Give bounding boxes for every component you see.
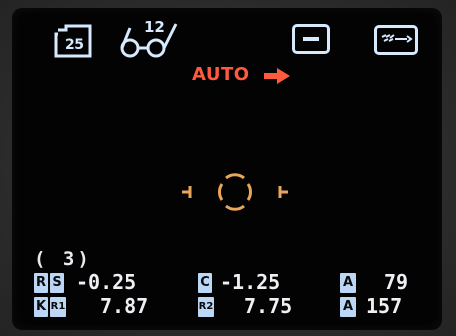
memory-card-icon: 25	[52, 24, 96, 58]
tag-r: R	[34, 273, 48, 293]
minus-box-icon	[292, 24, 330, 54]
tag-r1: R1	[50, 297, 66, 317]
glasses-value: 12	[144, 18, 165, 36]
tag-a2: A	[340, 297, 356, 317]
eye-fixation-icon	[374, 25, 418, 55]
measurement-count: ( 3)	[34, 248, 92, 270]
r1-value: 7.87	[100, 294, 149, 318]
sphere-value: -0.25	[76, 270, 137, 294]
auto-mode-label: AUTO	[192, 64, 250, 85]
tag-k: K	[34, 297, 48, 317]
cylinder-value: -1.25	[220, 270, 281, 294]
arrow-right-icon	[264, 68, 290, 88]
tag-r2: R2	[198, 297, 214, 317]
tag-a: A	[340, 273, 356, 293]
memory-card-value: 25	[65, 37, 84, 53]
r2-value: 7.75	[244, 294, 293, 318]
axis-value-2: 157	[366, 294, 403, 318]
alignment-target-icon	[180, 168, 290, 222]
tag-c: C	[198, 273, 212, 293]
tag-s: S	[50, 273, 64, 293]
axis-value: 79	[384, 270, 409, 294]
instrument-screen: 25 12 AUTO (3) R S -0.25 C -1.25 A 79 K…	[12, 8, 442, 330]
glasses-icon: 12	[116, 18, 188, 58]
